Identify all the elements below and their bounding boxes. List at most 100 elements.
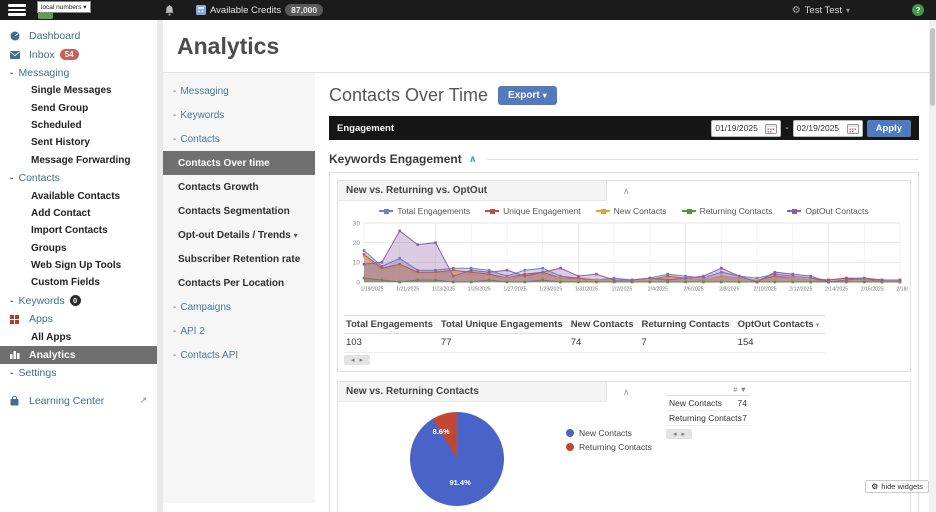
submenu-item-contacts-segmentation[interactable]: Contacts Segmentation [163,199,315,223]
widget-collapse-icon[interactable]: ∧ [623,387,630,398]
side-table-row: Returning Contacts 7 [666,411,750,426]
sidebar-item-label: Single Messages [31,85,112,97]
collapse-dash-icon: - [173,133,177,145]
hide-widgets-button[interactable]: ⚙ hide widgets [865,480,929,493]
sidebar-item-import-contacts[interactable]: Import Contacts [0,222,157,239]
table-header-new-contacts[interactable]: New Contacts [568,315,640,334]
submenu-item-label: API 2 [180,325,205,337]
widget-new-returning-optout: New vs. Returning vs. OptOut ∧ Total Eng… [337,180,920,372]
sidebar-item-inbox[interactable]: Inbox 54 [0,45,157,63]
page-scrollbar[interactable] [929,20,936,512]
submenu-item-contacts-api[interactable]: - Contacts API [163,343,315,367]
keywords-engagement-collapse-icon[interactable]: ∧ [469,154,477,165]
submenu-item-campaigns[interactable]: - Campaigns [163,295,315,319]
date-from-group [711,119,782,137]
sidebar-item-sent-history[interactable]: Sent History [0,134,157,151]
local-numbers-dropdown[interactable]: local numbers ▾ [37,1,91,13]
submenu-item-label: Contacts Growth [178,181,259,193]
svg-text:2/18/2025: 2/18/2025 [896,287,908,293]
help-button[interactable]: ? [912,4,924,16]
submenu-item-opt-out-details-trends[interactable]: Opt-out Details / Trends ▾ [163,223,315,247]
calendar-icon[interactable] [846,123,859,134]
next-page-icon[interactable]: ▸ [360,356,364,364]
legend-item-unique-engagement[interactable]: Unique Engagement [485,206,581,216]
submenu-item-label: Messaging [180,85,229,97]
date-from-input[interactable] [715,123,764,133]
submenu-item-label: Opt-out Details / Trends [178,229,291,241]
prev-page-icon[interactable]: ◂ [673,430,677,438]
sidebar-item-send-group[interactable]: Send Group [0,100,157,117]
sidebar-item-settings[interactable]: - Settings [0,364,157,382]
notifications-bell-icon[interactable] [165,4,174,16]
submenu-item-contacts-growth[interactable]: Contacts Growth [163,175,315,199]
side-table-pagination: ◂ ▸ [666,429,692,439]
sidebar-item-dashboard[interactable]: Dashboard [0,27,157,45]
sidebar-item-groups[interactable]: Groups [0,240,157,257]
submenu-item-keywords[interactable]: - Keywords [163,103,315,127]
svg-text:2/8/2025: 2/8/2025 [719,287,739,293]
keywords-badge: 0 [69,295,81,307]
legend-item-optout-contacts[interactable]: OptOut Contacts [787,206,869,216]
sidebar-item-label: Groups [31,242,67,254]
table-header-optout-contacts[interactable]: OptOut Contacts ▾ [735,315,826,334]
main-panel: Contacts Over Time Export▾ Engagement - … [315,73,929,512]
sidebar-item-messaging[interactable]: - Messaging [0,64,157,82]
hamburger-menu-icon[interactable] [0,0,34,20]
submenu-item-messaging[interactable]: - Messaging [163,79,315,103]
next-page-icon[interactable]: ▸ [682,430,686,438]
sidebar-nav: Dashboard Inbox 54- Messaging Single Message… [0,20,157,512]
credits-label: Available Credits [210,4,282,16]
pie-legend-item-returning-contacts[interactable]: Returning Contacts [566,442,652,452]
submenu-item-subscriber-retention-rate[interactable]: Subscriber Retention rate [163,247,315,271]
prev-page-icon[interactable]: ◂ [351,356,355,364]
sidebar-item-keywords[interactable]: - Keywords 0 [0,292,157,310]
sidebar-item-label: All Apps [31,331,72,343]
table-header-total-unique-engagements[interactable]: Total Unique Engagements [438,315,569,334]
legend-marker-icon [379,208,394,214]
side-table-value: 74 [737,398,747,408]
sidebar-item-label: Apps [29,313,53,326]
widget-new-vs-returning: New vs. Returning Contacts ∧ 8.6% 91.4% N… [337,381,911,512]
learning-icon [10,395,24,406]
svg-text:30: 30 [353,220,361,227]
sidebar-item-contacts[interactable]: - Contacts [0,169,157,187]
sidebar-item-web-sign-up-tools[interactable]: Web Sign Up Tools [0,257,157,274]
submenu-item-contacts[interactable]: - Contacts [163,127,315,151]
sort-icon[interactable]: ▼ [740,385,747,394]
side-table-header[interactable]: # ▼ [666,384,750,396]
sidebar-item-add-contact[interactable]: Add Contact [0,205,157,222]
sort-caret-icon: ▾ [815,322,820,329]
submenu-item-contacts-per-location[interactable]: Contacts Per Location [163,271,315,295]
table-header-returning-contacts[interactable]: Returning Contacts [639,315,736,334]
sidebar-item-message-forwarding[interactable]: Message Forwarding [0,152,157,169]
content-area: Analytics - Messaging - Keywords - Contacts Co… [163,20,929,512]
submenu-item-api-2[interactable]: - API 2 [163,319,315,343]
sidebar-item-all-apps[interactable]: All Apps [0,328,157,345]
legend-item-new-contacts[interactable]: New Contacts [595,206,667,216]
widget-collapse-icon[interactable]: ∧ [623,186,630,197]
calendar-icon[interactable] [765,123,778,134]
legend-marker-icon [595,208,610,214]
user-menu[interactable]: Test Test [805,5,842,16]
pie-legend-item-new-contacts[interactable]: New Contacts [566,428,652,438]
credits-icon [196,5,206,15]
legend-item-returning-contacts[interactable]: Returning Contacts [681,206,772,216]
sidebar-item-learning-center[interactable]: Learning Center ↗ [0,392,157,410]
collapse-dash-icon: - [173,349,177,361]
sidebar-item-custom-fields[interactable]: Custom Fields [0,274,157,291]
sidebar-item-single-messages[interactable]: Single Messages [0,82,157,99]
sidebar-item-available-contacts[interactable]: Available Contacts [0,187,157,204]
legend-item-total-engagements[interactable]: Total Engagements [379,206,470,216]
svg-text:1/19/2025: 1/19/2025 [360,287,383,293]
table-header-total-engagements[interactable]: Total Engagements [344,315,439,334]
sidebar-item-apps[interactable]: Apps [0,310,157,328]
submenu-item-contacts-over-time[interactable]: Contacts Over time [163,151,315,175]
submenu-item-label: Subscriber Retention rate [178,253,301,265]
collapse-dash-icon: - [173,109,177,121]
sidebar-item-scheduled[interactable]: Scheduled [0,117,157,134]
apply-button[interactable]: Apply [866,119,911,137]
sidebar-item-analytics[interactable]: Analytics [0,345,157,365]
scrollbar-thumb[interactable] [930,28,935,106]
date-to-input[interactable] [796,123,845,133]
export-button[interactable]: Export ▾ [498,86,557,105]
